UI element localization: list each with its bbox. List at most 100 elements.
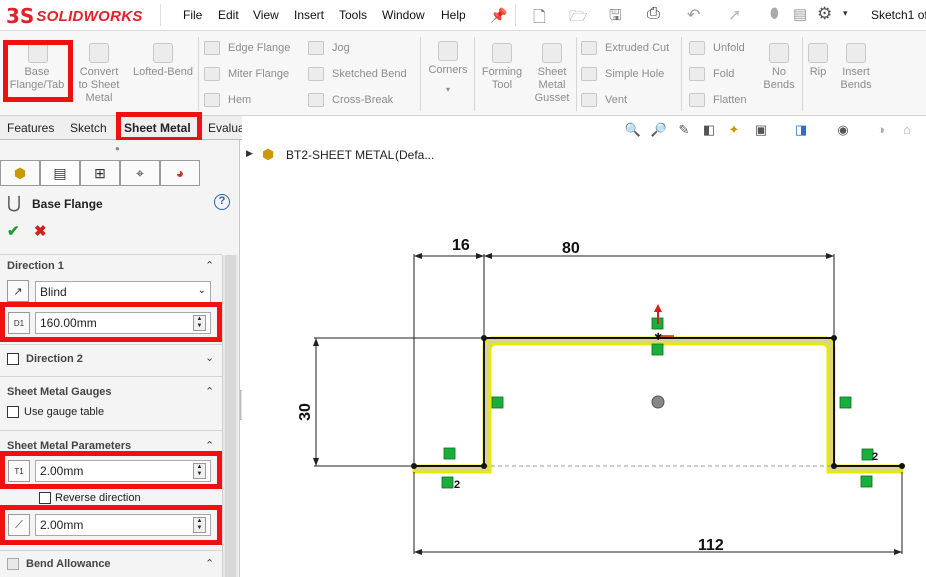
ok-check-icon[interactable]: ✔ (7, 222, 20, 240)
save-icon[interactable]: 🖫 (609, 5, 622, 30)
hem-label: Hem (228, 94, 252, 106)
pin-icon[interactable]: 📌 (490, 7, 507, 24)
unfold-button[interactable]: Unfold (689, 41, 745, 55)
sketched-bend-button[interactable]: Sketched Bend (308, 67, 407, 81)
new-document-icon[interactable]: 🗋 (533, 6, 546, 33)
menu-tools[interactable]: Tools (339, 8, 367, 22)
corners-label: Corners (428, 64, 468, 76)
menu-file[interactable]: File (183, 8, 202, 22)
bend-allowance-collapse-icon[interactable]: ⌃ (205, 557, 214, 570)
dimension-top-width[interactable]: 80 (562, 240, 580, 257)
print-icon[interactable]: ⎙ (647, 5, 660, 23)
edge-flange-button[interactable]: Edge Flange (204, 41, 290, 55)
solidworks-logo[interactable]: 3S SOLIDWORKS (6, 3, 143, 29)
no-bends-icon (769, 43, 789, 63)
forming-tool-button[interactable]: Forming Tool (478, 43, 526, 92)
menu-edit[interactable]: Edit (218, 8, 239, 22)
open-folder-icon[interactable]: 🗁 (569, 6, 588, 31)
relation-label-right: 2 (872, 451, 878, 463)
options-gear-icon[interactable]: ⚙ (817, 4, 832, 24)
display-manager-icon: ◕ (175, 165, 185, 181)
no-bends-label: No Bends (763, 66, 795, 91)
menu-window[interactable]: Window (382, 8, 425, 22)
display-manager-tab[interactable]: ◕ (160, 160, 200, 186)
direction1-collapse-icon[interactable]: ⌃ (205, 259, 214, 272)
cross-break-button[interactable]: Cross-Break (308, 93, 393, 107)
convert-label: Convert to Sheet Metal (78, 66, 120, 104)
simple-hole-label: Simple Hole (605, 68, 665, 80)
panel-handle[interactable]: ● (115, 144, 120, 153)
logo-mark: 3S (6, 4, 35, 28)
sketch-point (899, 463, 905, 469)
undo-icon[interactable]: ↶ (687, 5, 700, 25)
rebuild-indicator (651, 395, 665, 409)
lofted-bend-button[interactable]: Lofted-Bend (128, 43, 198, 79)
rip-icon (808, 43, 828, 63)
sketched-bend-label: Sketched Bend (332, 68, 407, 80)
reverse-direction-checkbox[interactable] (39, 492, 51, 504)
end-condition-dropdown-icon: ⌄ (197, 285, 206, 296)
bend-allowance-checkbox[interactable] (7, 558, 19, 570)
property-manager-scrollbar[interactable] (222, 255, 238, 577)
gauges-collapse-icon[interactable]: ⌃ (205, 385, 214, 398)
menu-view[interactable]: View (253, 8, 279, 22)
unfold-label: Unfold (713, 42, 745, 54)
direction2-checkbox[interactable] (7, 353, 19, 365)
dimxpert-tab[interactable]: ⌖ (120, 160, 160, 186)
menu-insert[interactable]: Insert (294, 8, 324, 22)
dimension-arrows (313, 253, 902, 555)
select-arrow-icon[interactable]: ➚ (728, 5, 741, 25)
tab-sketch[interactable]: Sketch (70, 119, 107, 139)
tab-features[interactable]: Features (7, 119, 54, 139)
flatten-button[interactable]: Flatten (689, 93, 747, 107)
graphics-area[interactable]: 🔍 🔎 ✎ ◧ ✦ ▣ ◨ ◉ ◑ ⌂ ▶ ⬢ BT2-SHEET METAL … (242, 116, 926, 577)
highlight-depth (0, 302, 222, 342)
base-flange-feature-icon: ⋃ (7, 193, 21, 212)
use-gauge-table-checkbox[interactable] (7, 406, 19, 418)
configuration-manager-tab[interactable]: ⊞ (80, 160, 120, 186)
vertical-relation-marker (491, 396, 504, 409)
help-icon[interactable]: ? (214, 194, 230, 210)
sheet-metal-gusset-button[interactable]: Sheet Metal Gusset (530, 43, 574, 105)
hem-button[interactable]: Hem (204, 93, 251, 107)
jog-label: Jog (332, 42, 350, 54)
sketch-point (481, 463, 487, 469)
rebuild-icon[interactable]: ⬮ (770, 5, 779, 22)
corners-dropdown-icon[interactable]: ▾ (424, 83, 472, 96)
file-properties-icon[interactable]: ▤ (793, 5, 807, 23)
direction1-header[interactable]: Direction 1 (7, 260, 64, 272)
options-dropdown-icon[interactable]: ▾ (843, 8, 848, 19)
corners-button[interactable]: Corners ▾ (424, 41, 472, 96)
logo-text: SOLIDWORKS (36, 7, 143, 25)
horizontal-relation-marker (443, 447, 456, 460)
dimension-height[interactable]: 30 (297, 403, 314, 421)
jog-button[interactable]: Jog (308, 41, 350, 55)
miter-flange-button[interactable]: Miter Flange (204, 67, 289, 81)
fold-button[interactable]: Fold (689, 67, 734, 81)
cancel-x-icon[interactable]: ✖ (34, 222, 47, 240)
gauges-header[interactable]: Sheet Metal Gauges (7, 386, 112, 398)
lofted-bend-icon (153, 43, 173, 63)
feature-manager-icon: ⬢ (13, 164, 27, 181)
reverse-direction1-icon[interactable]: ↗ (7, 280, 29, 302)
flatten-label: Flatten (713, 94, 747, 106)
vent-button[interactable]: Vent (581, 93, 627, 107)
menu-help[interactable]: Help (441, 8, 466, 22)
simple-hole-button[interactable]: Simple Hole (581, 67, 664, 81)
convert-to-sheet-metal-button[interactable]: Convert to Sheet Metal (74, 43, 124, 105)
convert-icon (89, 43, 109, 63)
dimension-overall[interactable]: 112 (698, 537, 724, 554)
hem-icon (204, 93, 220, 107)
feature-manager-tab[interactable]: ⬢ (0, 160, 40, 186)
no-bends-button[interactable]: No Bends (758, 43, 800, 92)
flatten-icon (689, 93, 705, 107)
end-condition-select[interactable]: Blind ⌄ (35, 281, 211, 303)
property-manager-tab[interactable]: ▤ (40, 160, 80, 186)
extruded-cut-button[interactable]: Extruded Cut (581, 41, 669, 55)
dimension-left-flange[interactable]: 16 (452, 237, 470, 254)
insert-bends-button[interactable]: Insert Bends (836, 43, 876, 92)
rip-button[interactable]: Rip (804, 43, 832, 79)
cross-break-icon (308, 93, 324, 107)
sketch-canvas[interactable]: 16 80 30 112 2 2 ✱ (242, 116, 926, 577)
direction2-expand-icon[interactable]: ⌄ (205, 351, 214, 364)
